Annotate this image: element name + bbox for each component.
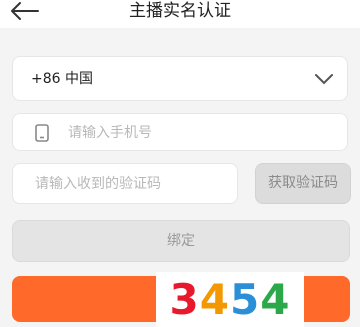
- mobile-phone-icon: [35, 124, 49, 142]
- verification-code-field[interactable]: 请输入收到的验证码: [12, 163, 238, 204]
- chevron-down-icon: [315, 74, 333, 85]
- phone-field[interactable]: 请输入手机号: [12, 113, 348, 151]
- watermark-digit: 3: [169, 275, 200, 324]
- watermark-logo: 3 4 5 4: [156, 272, 304, 327]
- watermark-digit: 4: [199, 275, 230, 324]
- watermark-digit: 4: [260, 275, 291, 324]
- watermark-digit: 5: [230, 275, 261, 324]
- bind-button[interactable]: 绑定: [12, 220, 350, 262]
- get-code-button[interactable]: 获取验证码: [255, 163, 351, 204]
- page-title: 主播实名认证: [129, 1, 231, 21]
- code-placeholder: 请输入收到的验证码: [35, 176, 161, 192]
- country-select[interactable]: +86 中国: [12, 56, 348, 101]
- country-value: +86 中国: [31, 71, 93, 87]
- phone-placeholder: 请输入手机号: [68, 125, 152, 141]
- top-bar: 主播实名认证: [0, 0, 360, 28]
